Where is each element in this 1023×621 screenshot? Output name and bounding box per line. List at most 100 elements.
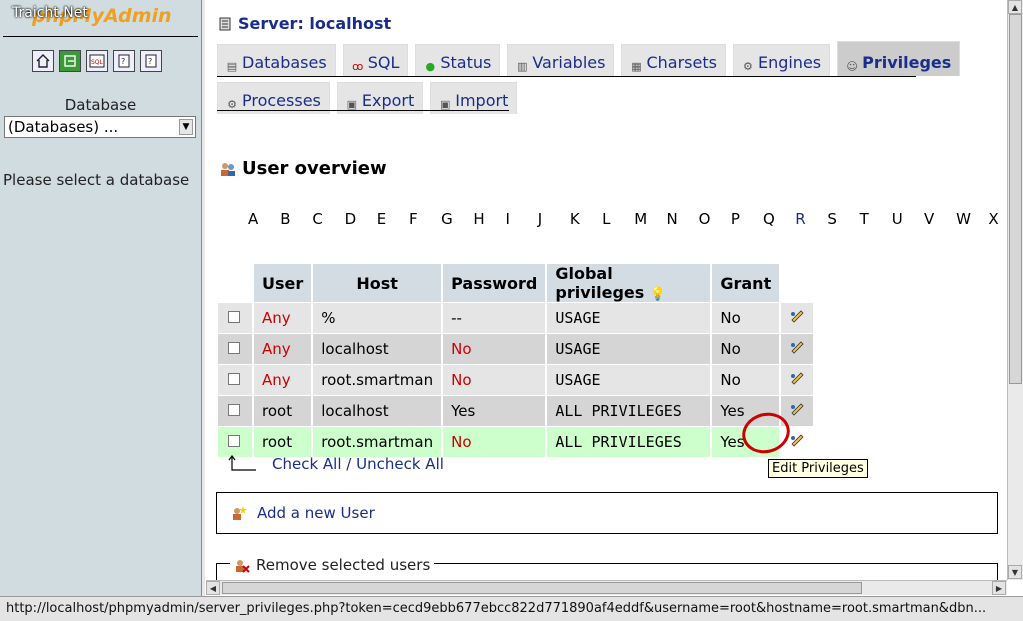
check-all-link[interactable]: Check All: [272, 455, 342, 473]
row-checkbox[interactable]: [228, 311, 240, 323]
letter-r-link[interactable]: R: [795, 210, 827, 228]
cell-grant: No: [712, 303, 780, 333]
cell-grant: No: [712, 334, 780, 364]
letter-w: W: [956, 210, 971, 228]
row-checkbox[interactable]: [228, 404, 240, 416]
scroll-up-icon[interactable]: ▲: [1008, 0, 1022, 14]
server-link[interactable]: Server: localhost: [238, 14, 391, 33]
vertical-scroll-thumb[interactable]: [1009, 14, 1022, 384]
letter-p: P: [730, 210, 740, 228]
navigation-frame: phpMyAdmin Traicht.Net SQL ? ? Database …: [0, 0, 201, 596]
logo[interactable]: phpMyAdmin Traicht.Net: [0, 0, 201, 34]
edit-privileges-icon[interactable]: [789, 309, 805, 327]
sql-query-icon[interactable]: SQL: [86, 50, 108, 72]
divider: [3, 36, 198, 37]
svg-text:?: ?: [121, 57, 125, 66]
letter-e: E: [376, 210, 387, 228]
header-host: Host: [313, 264, 442, 302]
cell-privileges: USAGE: [547, 334, 711, 364]
chevron-down-icon[interactable]: ▼: [179, 119, 193, 135]
databases-icon: ▤: [226, 59, 238, 73]
table-row: root localhost Yes ALL PRIVILEGES Yes: [218, 396, 814, 426]
cell-user: Any: [254, 365, 312, 395]
watermark-text: Traicht.Net: [12, 5, 88, 21]
browser-window: phpMyAdmin Traicht.Net SQL ? ? Database …: [0, 0, 1023, 621]
edit-privileges-icon[interactable]: [789, 402, 805, 420]
horizontal-scroll-thumb[interactable]: [222, 582, 862, 594]
letter-a: A: [248, 210, 259, 228]
scroll-left-icon[interactable]: ◀: [206, 581, 220, 595]
tab-label: Import: [455, 91, 509, 110]
exit-icon[interactable]: [59, 50, 81, 72]
cell-user: root: [254, 396, 312, 426]
letter-d: D: [344, 210, 357, 228]
letter-j: J: [537, 210, 543, 228]
letter-index: A B C D E F G H I J K L M N O P Q R S T …: [248, 210, 1007, 228]
cell-password: No: [443, 334, 546, 364]
frame-resize-handle[interactable]: [201, 0, 205, 596]
scroll-right-icon[interactable]: ▶: [992, 581, 1006, 595]
svg-text:SQL: SQL: [91, 59, 104, 66]
row-checkbox[interactable]: [228, 373, 240, 385]
tab-label: Processes: [242, 91, 321, 110]
row-checkbox[interactable]: [228, 342, 240, 354]
query-window-icon[interactable]: ?: [113, 50, 135, 72]
home-icon[interactable]: [32, 50, 54, 72]
docs-icon[interactable]: ?: [140, 50, 162, 72]
header-global-privileges: Global privileges 💡: [547, 264, 711, 302]
engines-icon: ⚙: [743, 59, 753, 73]
tab-engines[interactable]: ⚙ Engines: [732, 44, 831, 76]
letter-l: L: [602, 210, 611, 228]
edit-privileges-icon[interactable]: [789, 371, 805, 389]
add-user-box: Add a new User: [216, 492, 998, 534]
tab-databases[interactable]: ▤ Databases: [217, 44, 336, 76]
add-new-user-link[interactable]: Add a new User: [257, 504, 375, 522]
letter-g: G: [441, 210, 453, 228]
edit-cell: [781, 303, 814, 333]
edit-privileges-icon[interactable]: [789, 433, 805, 451]
tab-label: Privileges: [862, 53, 952, 72]
edit-privileges-icon[interactable]: [789, 340, 805, 358]
row-checkbox-cell: [218, 303, 252, 333]
table-row-highlighted: root root.smartman No ALL PRIVILEGES Yes: [218, 427, 814, 457]
table-header-row: User Host Password Global privileges 💡 G…: [218, 264, 813, 302]
edit-cell: [781, 365, 814, 395]
tab-sql[interactable]: ꝏ SQL: [342, 44, 409, 76]
tab-privileges[interactable]: ☺ Privileges: [837, 41, 961, 76]
variables-icon: ▥: [517, 59, 528, 73]
cell-privileges: USAGE: [547, 365, 711, 395]
page-title: Server: localhost: [218, 14, 391, 33]
remove-users-legend: Remove selected users: [230, 556, 435, 574]
sql-icon: ꝏ: [352, 59, 364, 73]
tab-variables[interactable]: ▥ Variables: [507, 44, 615, 76]
letter-m: M: [634, 210, 648, 228]
cell-privileges: ALL PRIVILEGES: [547, 396, 711, 426]
svg-text:?: ?: [148, 57, 152, 66]
uncheck-all-link[interactable]: Uncheck All: [356, 455, 444, 473]
tab-row-1-underline: [217, 76, 916, 77]
cell-password: No: [443, 365, 546, 395]
cell-privileges: USAGE: [547, 303, 711, 333]
scroll-down-icon[interactable]: ▼: [1008, 565, 1022, 579]
cell-host: localhost: [313, 334, 442, 364]
header-password: Password: [443, 264, 546, 302]
row-checkbox[interactable]: [228, 435, 240, 447]
server-icon: [219, 17, 231, 30]
tab-charsets[interactable]: ▦ Charsets: [621, 44, 726, 76]
lightbulb-icon[interactable]: 💡: [650, 287, 666, 302]
privileges-icon: ☺: [846, 59, 858, 73]
cell-user: Any: [254, 303, 312, 333]
cell-host: root.smartman: [313, 365, 442, 395]
processes-icon: ⚙: [227, 97, 237, 111]
vertical-scrollbar[interactable]: ▲ ▼: [1007, 0, 1023, 580]
row-checkbox-cell: [218, 365, 252, 395]
tab-row-2-underline: [217, 110, 509, 111]
tab-label: Variables: [532, 53, 606, 72]
header-global-privileges-label: Global privileges: [555, 264, 645, 302]
database-select[interactable]: (Databases) ... ▼: [4, 116, 196, 138]
tab-status[interactable]: ● Status: [415, 44, 501, 76]
letter-i: I: [505, 210, 510, 228]
horizontal-scrollbar[interactable]: ◀ ▶: [206, 580, 1007, 595]
cell-password: Yes: [443, 396, 546, 426]
row-checkbox-cell: [218, 396, 252, 426]
